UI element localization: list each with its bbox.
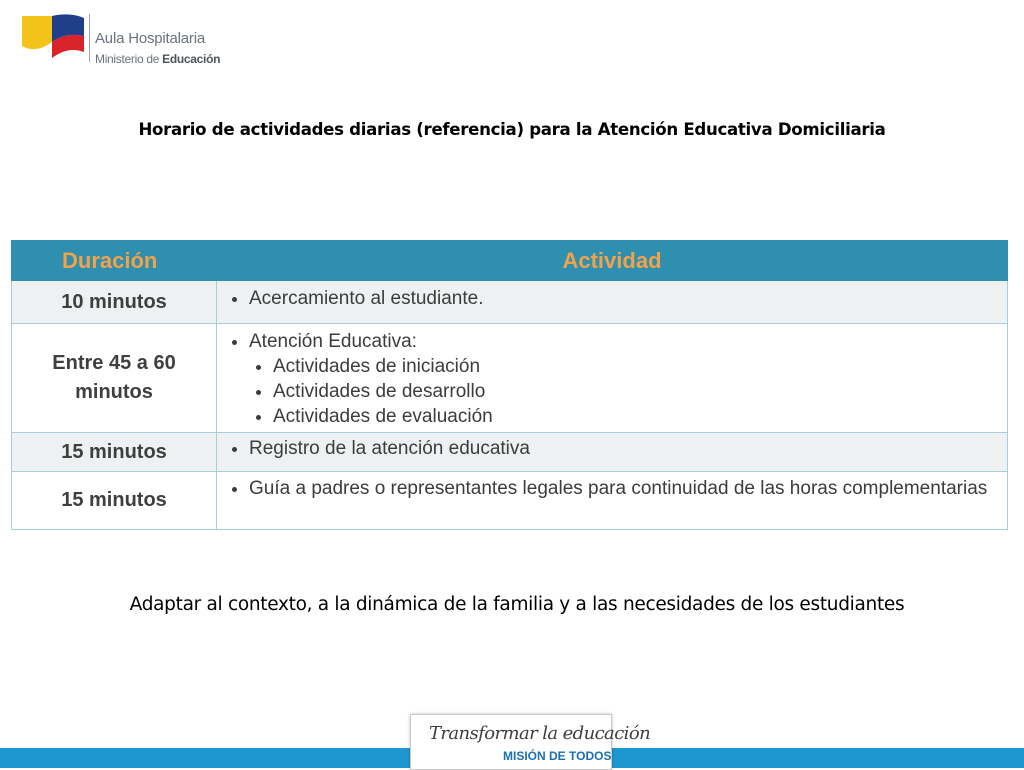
activity-item: Guía a padres o representantes legales p…: [249, 476, 998, 501]
header-duration: Duración: [11, 240, 217, 281]
duration-cell: 15 minutos: [11, 471, 217, 530]
activity-cell: Acercamiento al estudiante.: [216, 280, 1008, 324]
duration-cell: 15 minutos: [11, 432, 217, 472]
table-row: 10 minutos Acercamiento al estudiante.: [11, 280, 1008, 324]
table-row: 15 minutos Guía a padres o representante…: [11, 471, 1008, 530]
logo-program-name: Aula Hospitalaria: [95, 30, 205, 47]
slogan-top: Transformar la educación: [429, 723, 651, 744]
activity-subitem: Actividades de iniciación: [273, 354, 998, 379]
activity-cell: Guía a padres o representantes legales p…: [216, 471, 1008, 530]
logo-divider: [89, 14, 90, 62]
logo-ministry-name: Ministerio de Educación: [95, 52, 221, 66]
duration-cell: 10 minutos: [11, 280, 217, 324]
ecuador-flag-icon: [22, 14, 84, 58]
header-activity: Actividad: [216, 240, 1008, 281]
duration-cell: Entre 45 a 60 minutos: [11, 323, 217, 433]
slogan-badge: Transformar la educación MISIÓN DE TODOS: [410, 714, 651, 770]
slogan-bottom: MISIÓN DE TODOS: [503, 749, 612, 763]
table-row: 15 minutos Registro de la atención educa…: [11, 432, 1008, 472]
activity-item: Registro de la atención educativa: [249, 436, 998, 461]
adaptation-note: Adaptar al contexto, a la dinámica de la…: [129, 594, 905, 615]
table-header-row: Duración Actividad: [11, 240, 1008, 281]
activity-item: Atención Educativa: Actividades de inici…: [249, 329, 998, 429]
activity-subitem: Actividades de desarrollo: [273, 379, 998, 404]
schedule-table: Duración Actividad 10 minutos Acercamien…: [11, 240, 1008, 530]
ministry-logo: Aula Hospitalaria Ministerio de Educació…: [22, 12, 242, 66]
activity-cell: Registro de la atención educativa: [216, 432, 1008, 472]
activity-cell: Atención Educativa: Actividades de inici…: [216, 323, 1008, 433]
activity-item: Acercamiento al estudiante.: [249, 286, 998, 311]
slide-title: Horario de actividades diarias (referenc…: [138, 120, 886, 139]
table-row: Entre 45 a 60 minutos Atención Educativa…: [11, 323, 1008, 433]
activity-subitem: Actividades de evaluación: [273, 404, 998, 429]
